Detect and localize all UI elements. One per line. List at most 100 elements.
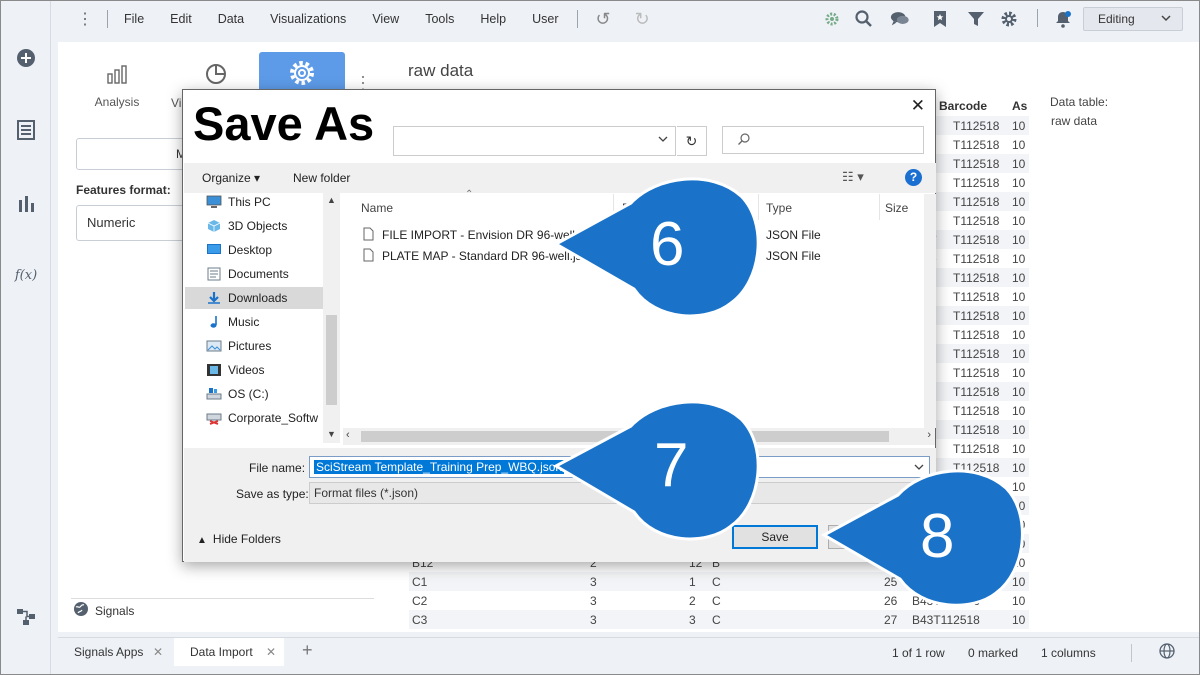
column-size[interactable]: Size	[885, 201, 908, 215]
scroll-left-icon[interactable]: ‹	[346, 429, 350, 441]
scroll-up-icon[interactable]: ▲	[327, 195, 336, 205]
menu-user[interactable]: User	[532, 12, 558, 26]
nav-item[interactable]: This PC	[206, 193, 336, 213]
column-type[interactable]: Type	[766, 201, 792, 215]
nav-item[interactable]: Desktop	[206, 239, 336, 261]
as-cell: 10	[1012, 214, 1026, 228]
search-input[interactable]	[722, 126, 924, 154]
divider	[1037, 9, 1038, 27]
as-cell: 10	[1012, 404, 1026, 418]
barcode-cell: T112518	[953, 347, 1000, 361]
nav-item[interactable]: Pictures	[206, 335, 336, 357]
nav-item[interactable]: Downloads	[185, 287, 323, 309]
menu-file[interactable]: File	[124, 12, 144, 26]
nav-scroll-thumb[interactable]	[326, 315, 337, 405]
divider	[879, 194, 880, 220]
barcode-cell: T112518	[953, 309, 1000, 323]
bar-chart-icon[interactable]	[15, 192, 37, 214]
as-cell: 10	[1012, 442, 1026, 456]
nav-item-label: Documents	[228, 267, 289, 281]
row-cell: 3	[590, 594, 597, 608]
bookmark-star-icon[interactable]	[930, 9, 950, 29]
nav-item[interactable]: Music	[206, 311, 336, 333]
column-name[interactable]: Name	[361, 201, 393, 215]
menu-view[interactable]: View	[372, 12, 399, 26]
language-globe-icon[interactable]	[1159, 643, 1175, 662]
undo-icon[interactable]: ↺	[596, 9, 611, 30]
column-header-as[interactable]: As	[1012, 99, 1027, 113]
as-cell: 10	[1012, 252, 1026, 266]
file-list-vscroll[interactable]	[924, 194, 936, 428]
tab-analysis[interactable]: Analysis	[77, 65, 157, 111]
documents-icon	[206, 267, 222, 281]
divider	[71, 598, 374, 599]
chat-icon[interactable]	[890, 9, 910, 29]
hide-folders-button[interactable]: ▲ Hide Folders	[197, 532, 281, 546]
tab-label: Signals Apps	[74, 645, 144, 659]
hierarchy-icon[interactable]	[15, 606, 37, 628]
view-options-icon[interactable]: ☷ ▾	[842, 169, 864, 185]
help-icon[interactable]: ?	[905, 169, 922, 186]
mode-dropdown[interactable]: Editing	[1083, 7, 1183, 31]
bottom-bar: Signals Apps ✕ Data Import ✕ + 1 of 1 row …	[58, 637, 1199, 674]
settings-gear-icon[interactable]	[999, 9, 1019, 29]
barcode-cell: T112518	[953, 290, 1000, 304]
menu-data[interactable]: Data	[218, 12, 244, 26]
function-icon[interactable]: f(x)	[15, 264, 37, 286]
new-folder-button[interactable]: New folder	[293, 171, 350, 185]
nav-item-label: Music	[228, 315, 260, 329]
menu-help[interactable]: Help	[480, 12, 506, 26]
barcode-cell: T112518	[953, 404, 1000, 418]
callout-number: 8	[920, 502, 955, 571]
notification-bell-icon[interactable]	[1053, 9, 1073, 29]
callout-marker: 6	[546, 171, 761, 321]
add-tab-button[interactable]: +	[302, 640, 313, 661]
data-list-icon[interactable]	[15, 119, 37, 141]
file-icon	[363, 248, 374, 265]
nav-item-label: Downloads	[228, 291, 288, 305]
callout-number: 6	[650, 210, 685, 279]
marked-count: 0 marked	[968, 646, 1019, 660]
search-icon	[737, 132, 751, 149]
filter-icon[interactable]	[966, 9, 986, 29]
nav-item[interactable]: Videos	[206, 359, 336, 381]
nav-item[interactable]: Corporate_Softw	[206, 407, 336, 429]
scroll-down-icon[interactable]: ▼	[327, 429, 336, 439]
search-icon[interactable]	[854, 9, 874, 29]
signals-link[interactable]: Signals	[73, 601, 134, 620]
globe-icon	[73, 601, 89, 620]
redo-icon[interactable]: ↻	[635, 9, 650, 30]
tab-label: Data Import	[190, 645, 253, 659]
nav-item[interactable]: OS (C:)	[206, 383, 336, 405]
chevron-down-icon[interactable]	[657, 133, 669, 148]
gear-sparkle-icon[interactable]	[822, 9, 842, 29]
as-cell: 10	[1012, 309, 1026, 323]
as-cell: 10	[1012, 195, 1026, 209]
close-icon[interactable]: ✕	[153, 638, 163, 666]
menu-tools[interactable]: Tools	[425, 12, 454, 26]
nav-item[interactable]: 3D Objects	[206, 215, 336, 237]
col-cell: 3	[689, 613, 696, 627]
organize-button[interactable]: Organize ▾	[202, 171, 260, 185]
menu-edit[interactable]: Edit	[170, 12, 192, 26]
nav-item-label: Videos	[228, 363, 265, 377]
address-bar[interactable]	[393, 126, 676, 156]
refresh-icon[interactable]: ↻	[677, 126, 707, 156]
pie-chart-icon	[205, 63, 227, 85]
close-button[interactable]: ✕	[911, 96, 925, 116]
callout-number: 7	[654, 431, 689, 500]
nav-item[interactable]: Documents	[206, 263, 336, 285]
menu-visualizations[interactable]: Visualizations	[270, 12, 346, 26]
kebab-menu-icon[interactable]: ⋮	[77, 9, 93, 29]
save-as-type-label: Save as type:	[236, 487, 309, 501]
scroll-right-icon[interactable]: ›	[927, 429, 931, 441]
as-cell: 10	[1012, 328, 1026, 342]
add-icon[interactable]	[15, 47, 37, 69]
column-header-barcode[interactable]: e Barcode	[929, 99, 987, 113]
barcode-cell: T112518	[953, 214, 1000, 228]
close-icon[interactable]: ✕	[266, 638, 276, 666]
tab-signals-apps[interactable]: Signals Apps ✕	[58, 638, 171, 666]
barcode-cell: T112518	[953, 119, 1000, 133]
tab-data-import[interactable]: Data Import ✕	[174, 638, 284, 666]
menu-bar: ⋮ File Edit Data Visualizations View Too…	[51, 1, 1199, 37]
